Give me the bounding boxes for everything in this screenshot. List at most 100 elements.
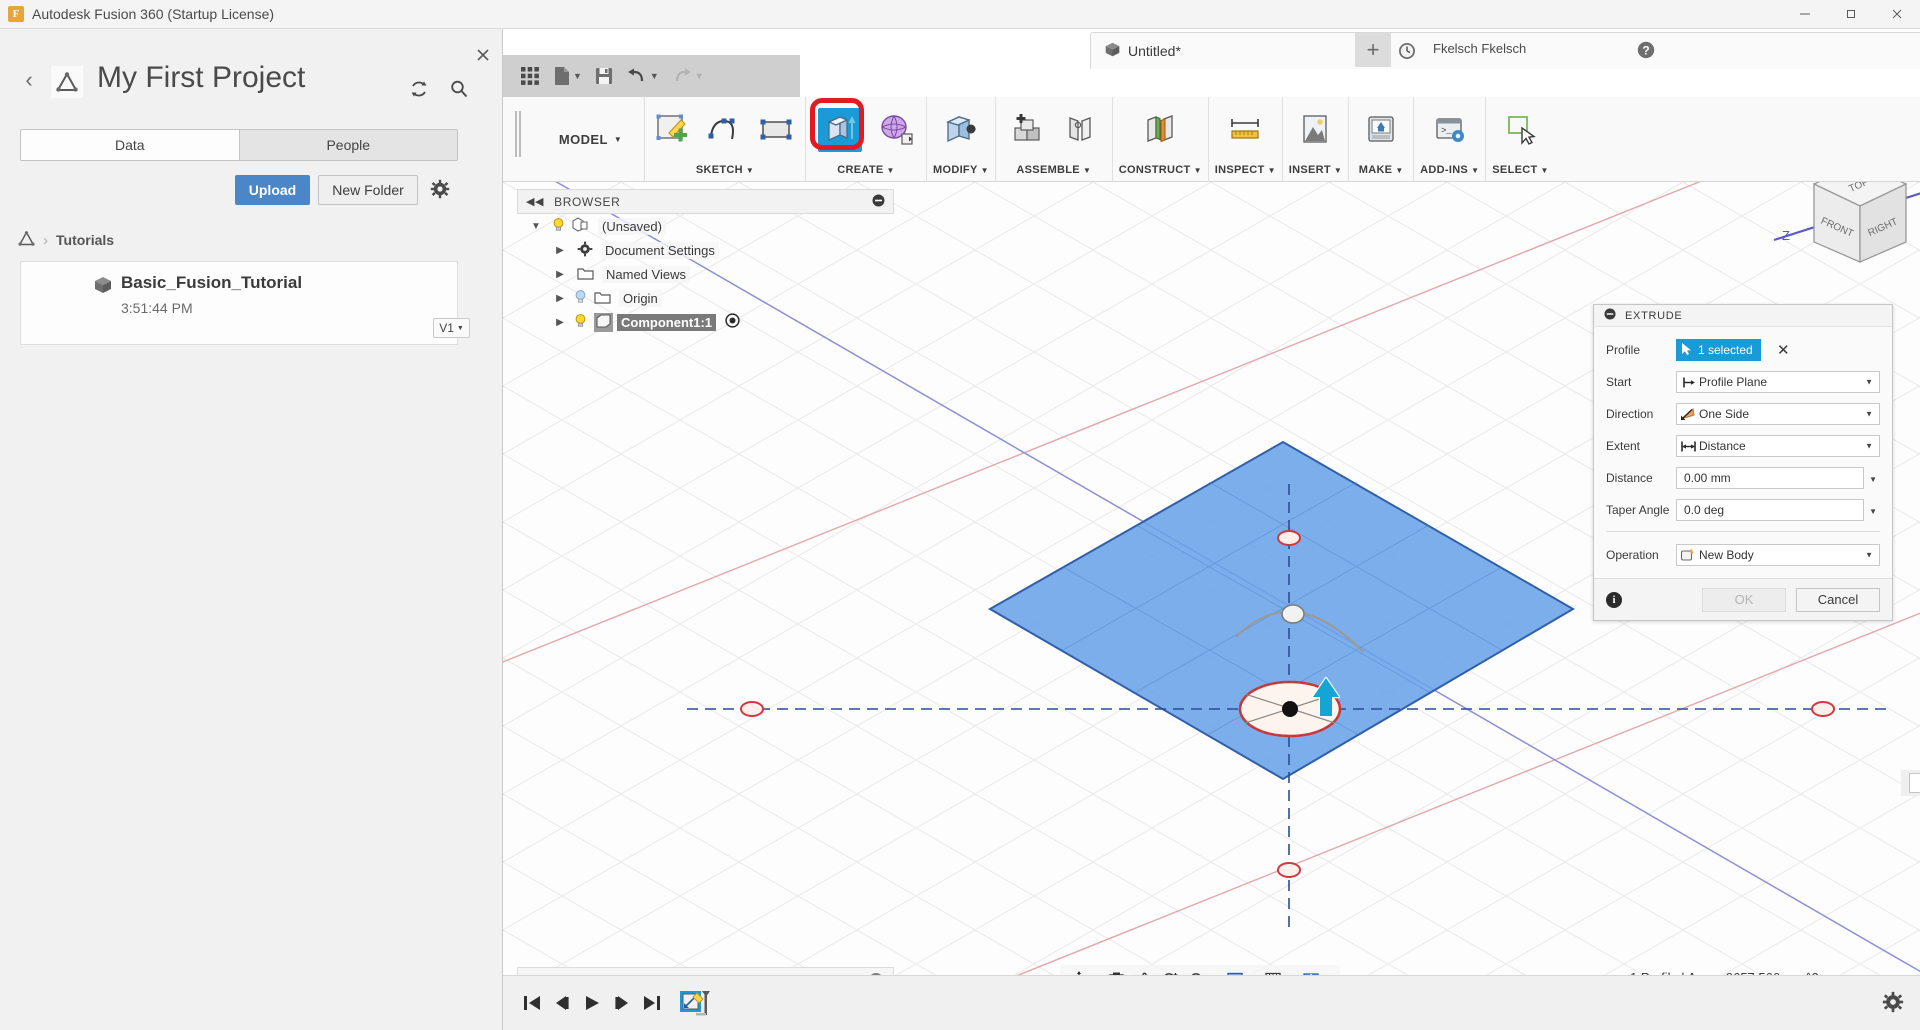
scripts-addins-icon[interactable]: >_ <box>1424 101 1476 159</box>
extrude-icon[interactable] <box>810 98 866 159</box>
operation-dropdown[interactable]: New Body ▼ <box>1676 544 1880 566</box>
chevron-down-icon[interactable]: ▼ <box>695 71 704 81</box>
undo-icon[interactable]: ▼ <box>622 60 663 92</box>
spline-icon[interactable] <box>699 101 751 159</box>
ribbon-group-label-select[interactable]: SELECT ▼ <box>1492 159 1548 181</box>
version-dropdown[interactable]: V1 ▼ <box>433 318 470 338</box>
maximize-icon[interactable] <box>1828 0 1874 29</box>
distance-input-field[interactable]: 0.00 mm ▼ <box>1901 770 1920 796</box>
offset-plane-icon[interactable] <box>1134 101 1186 159</box>
view-cube[interactable]: TOP FRONT RIGHT X Z <box>1760 182 1920 263</box>
step-back-icon[interactable] <box>547 988 577 1018</box>
tree-node-origin[interactable]: ▶ Origin <box>517 286 894 310</box>
redo-icon[interactable]: ▼ <box>667 60 708 92</box>
ribbon-group-label-assemble[interactable]: ASSEMBLE ▼ <box>1016 159 1091 181</box>
create-sketch-icon[interactable] <box>647 101 699 159</box>
clear-selection-icon[interactable]: ✕ <box>1777 341 1790 359</box>
ok-button[interactable]: OK <box>1702 587 1786 612</box>
minimize-icon[interactable] <box>1782 0 1828 29</box>
autodesk-logo-icon[interactable] <box>18 230 35 249</box>
press-pull-icon[interactable] <box>935 101 987 159</box>
profile-selection-chip[interactable]: 1 selected <box>1676 339 1761 361</box>
step-forward-icon[interactable] <box>607 988 637 1018</box>
new-document-icon[interactable]: ▼ <box>549 60 586 92</box>
ribbon-group-label-addins[interactable]: ADD-INS ▼ <box>1420 159 1479 181</box>
help-icon[interactable]: ? <box>1633 37 1659 63</box>
3d-print-icon[interactable] <box>1355 101 1407 159</box>
tree-node-component1[interactable]: ▶ Component1:1 <box>517 310 894 334</box>
ribbon-group-label-sketch[interactable]: SKETCH ▼ <box>696 159 754 181</box>
create-form-icon[interactable] <box>870 101 922 159</box>
ribbon-group-label-make[interactable]: MAKE ▼ <box>1359 159 1404 181</box>
chevron-down-icon[interactable]: ▼ <box>1865 551 1873 560</box>
collapse-left-icon[interactable]: ◀◀ <box>526 195 544 208</box>
close-panel-icon[interactable] <box>470 42 496 68</box>
extrude-dialog[interactable]: EXTRUDE Profile 1 selected ✕ Start Profi… <box>1593 304 1893 621</box>
taper-angle-input[interactable]: 0.0 deg ▼ <box>1676 499 1877 521</box>
select-icon[interactable] <box>1495 101 1547 159</box>
ribbon-group-label-insert[interactable]: INSERT ▼ <box>1289 159 1342 181</box>
upload-button[interactable]: Upload <box>235 175 310 205</box>
tree-node-unsaved[interactable]: ▼ (Unsaved) <box>517 214 894 238</box>
workspace-selector[interactable]: MODEL ▼ <box>537 97 645 182</box>
clock-icon[interactable] <box>1393 37 1421 65</box>
app-grid-icon[interactable] <box>515 60 545 92</box>
info-icon[interactable]: i <box>1606 591 1622 608</box>
measure-icon[interactable] <box>1219 101 1271 159</box>
distance-value[interactable]: 0.00 mm <box>1909 773 1920 793</box>
bulb-on-icon[interactable] <box>551 217 566 235</box>
new-component-icon[interactable] <box>1002 101 1054 159</box>
bulb-off-icon[interactable] <box>573 289 588 307</box>
go-to-end-icon[interactable] <box>637 988 667 1018</box>
minus-circle-icon[interactable] <box>1604 308 1616 323</box>
start-dropdown[interactable]: Profile Plane ▼ <box>1676 371 1880 393</box>
save-icon[interactable] <box>590 60 618 92</box>
3d-viewport[interactable]: 0.00 mm ▼ ◀◀ BROWSER ▼ <box>503 182 1920 1030</box>
chevron-down-icon[interactable]: ▼ <box>1865 442 1873 451</box>
refresh-icon[interactable] <box>406 76 432 102</box>
gear-icon[interactable] <box>430 179 450 202</box>
chevron-down-icon[interactable]: ▼ <box>1869 475 1877 484</box>
cancel-button[interactable]: Cancel <box>1796 587 1880 612</box>
expand-arrow-icon[interactable]: ▶ <box>551 293 569 304</box>
distance-input[interactable]: 0.00 mm ▼ <box>1676 467 1877 489</box>
insert-image-icon[interactable] <box>1289 101 1341 159</box>
ribbon-group-label-modify[interactable]: MODIFY ▼ <box>933 159 989 181</box>
chevron-down-icon[interactable]: ▼ <box>1869 507 1877 516</box>
extent-dropdown[interactable]: Distance ▼ <box>1676 435 1880 457</box>
new-folder-button[interactable]: New Folder <box>318 175 418 205</box>
user-name-label[interactable]: Fkelsch Fkelsch <box>1433 41 1526 56</box>
search-icon[interactable] <box>446 76 472 102</box>
bulb-on-icon[interactable] <box>573 313 588 331</box>
ribbon-grip[interactable] <box>515 111 521 157</box>
expand-arrow-icon[interactable]: ▶ <box>551 269 569 280</box>
tree-node-document-settings[interactable]: ▶ Document Settings <box>517 238 894 262</box>
play-icon[interactable] <box>577 988 607 1018</box>
ribbon-group-label-inspect[interactable]: INSPECT ▼ <box>1215 159 1276 181</box>
direction-dropdown[interactable]: One Side ▼ <box>1676 403 1880 425</box>
activate-component-icon[interactable] <box>725 313 740 331</box>
tree-node-named-views[interactable]: ▶ Named Views <box>517 262 894 286</box>
chevron-down-icon[interactable]: ▼ <box>573 71 582 81</box>
chevron-down-icon[interactable]: ▼ <box>650 71 659 81</box>
expand-arrow-icon[interactable]: ▶ <box>551 317 569 328</box>
minus-circle-icon[interactable] <box>872 194 885 210</box>
list-item[interactable]: Basic_Fusion_Tutorial 3:51:44 PM V1 ▼ <box>20 261 470 345</box>
ribbon-group-label-construct[interactable]: CONSTRUCT ▼ <box>1119 159 1202 181</box>
rectangle-icon[interactable] <box>751 101 803 159</box>
sketch-feature-icon[interactable] <box>677 986 713 1020</box>
back-button[interactable]: ‹ <box>18 69 40 91</box>
go-to-beginning-icon[interactable] <box>517 988 547 1018</box>
close-icon[interactable] <box>1874 0 1920 29</box>
chevron-down-icon[interactable]: ▼ <box>1865 378 1873 387</box>
gear-icon[interactable] <box>1882 991 1904 1016</box>
tab-data[interactable]: Data <box>21 130 240 160</box>
expand-arrow-icon[interactable]: ▼ <box>527 221 545 232</box>
tab-people[interactable]: People <box>239 130 457 160</box>
new-tab-button[interactable]: + <box>1355 33 1391 67</box>
chevron-down-icon[interactable]: ▼ <box>1865 410 1873 419</box>
joint-icon[interactable] <box>1054 101 1106 159</box>
ribbon-group-label-create[interactable]: CREATE ▼ <box>837 159 894 181</box>
expand-arrow-icon[interactable]: ▶ <box>551 245 569 256</box>
breadcrumb-folder[interactable]: Tutorials <box>56 232 114 248</box>
